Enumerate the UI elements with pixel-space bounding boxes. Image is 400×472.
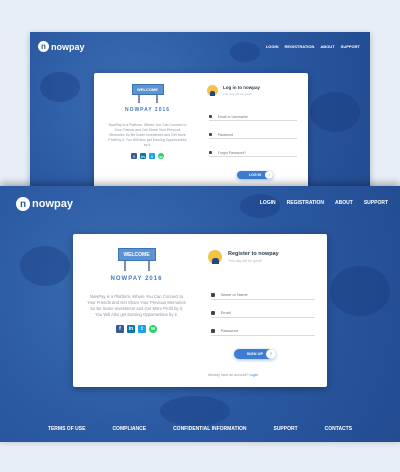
- card-info-panel: WELCOME NOWPAY 2016 NowPay is a Platform…: [73, 234, 200, 387]
- social-links: f in t w: [131, 153, 164, 159]
- form-title: Log in to nowpay: [223, 85, 260, 90]
- already-account-text: Already have an account? Login: [208, 373, 259, 377]
- footer-support[interactable]: SUPPORT: [273, 426, 297, 432]
- footer-nav: TERMS OF USE COMPLIANCE CONFIDENTIAL INF…: [0, 426, 400, 432]
- login-page-preview: n nowpay LOGIN REGISTRATION ABOUT SUPPOR…: [30, 32, 370, 200]
- form-subtitle: This day will be great!: [223, 92, 253, 96]
- top-nav: LOGIN REGISTRATION ABOUT SUPPORT: [260, 200, 388, 206]
- footer-terms[interactable]: TERMS OF USE: [48, 426, 86, 432]
- nav-support[interactable]: SUPPORT: [364, 200, 388, 206]
- texture-spot: [160, 396, 230, 426]
- top-nav: LOGIN REGISTRATION ABOUT SUPPORT: [266, 44, 360, 49]
- username-input[interactable]: [217, 114, 297, 119]
- nav-registration[interactable]: REGISTRATION: [287, 200, 324, 206]
- logo[interactable]: n nowpay: [38, 41, 85, 52]
- sign-up-button[interactable]: SIGN UP ›: [234, 349, 276, 359]
- texture-spot: [240, 194, 280, 218]
- username-field[interactable]: [209, 113, 297, 121]
- email-field[interactable]: [211, 308, 315, 318]
- name-input[interactable]: [220, 292, 315, 297]
- logo-icon: n: [38, 41, 49, 52]
- avatar-icon: [208, 250, 222, 264]
- lock-icon: [211, 328, 215, 333]
- welcome-sign-text: WELCOME: [117, 248, 156, 261]
- register-form: Register to nowpay This day will be grea…: [200, 234, 327, 387]
- description: NowPay is a Platform, Where You Can Conn…: [108, 123, 187, 147]
- welcome-sign-icon: WELCOME: [117, 248, 156, 271]
- logo[interactable]: n nowpay: [16, 197, 73, 211]
- facebook-icon[interactable]: f: [131, 153, 137, 159]
- mail-icon: [211, 310, 215, 315]
- description: NowPay is a Platform, Where You Can Conn…: [87, 294, 186, 317]
- login-form: Log in to nowpay This day will be great!…: [201, 73, 308, 200]
- lock-icon: [209, 151, 212, 154]
- name-field[interactable]: [211, 290, 315, 300]
- logo-text: nowpay: [32, 198, 73, 210]
- password-input[interactable]: [217, 132, 297, 137]
- linkedin-icon[interactable]: in: [127, 325, 135, 333]
- avatar-icon: [207, 85, 218, 96]
- forgot-password-input[interactable]: [217, 150, 297, 155]
- whatsapp-icon[interactable]: w: [158, 153, 164, 159]
- password-field[interactable]: [209, 131, 297, 139]
- register-card: WELCOME NOWPAY 2016 NowPay is a Platform…: [73, 234, 327, 387]
- form-header: Log in to nowpay This day will be great!: [207, 85, 260, 96]
- forgot-password-field[interactable]: [209, 149, 297, 157]
- twitter-icon[interactable]: t: [138, 325, 146, 333]
- password-input[interactable]: [220, 328, 315, 333]
- login-button-label: LOG IN: [248, 173, 262, 177]
- brand-title: NOWPAY 2016: [110, 276, 163, 282]
- logo-icon: n: [16, 197, 30, 211]
- user-icon: [211, 292, 215, 297]
- facebook-icon[interactable]: f: [116, 325, 124, 333]
- footer-compliance[interactable]: COMPLIANCE: [112, 426, 146, 432]
- welcome-sign-text: WELCOME: [131, 84, 164, 95]
- login-card: WELCOME NOWPAY 2016 NowPay is a Platform…: [94, 73, 308, 200]
- linkedin-icon[interactable]: in: [140, 153, 146, 159]
- password-field[interactable]: [211, 326, 315, 336]
- lock-icon: [209, 133, 212, 136]
- twitter-icon[interactable]: t: [149, 153, 155, 159]
- brand-title: NOWPAY 2016: [124, 107, 171, 113]
- nav-registration[interactable]: REGISTRATION: [284, 44, 314, 49]
- nav-about[interactable]: ABOUT: [320, 44, 334, 49]
- form-title: Register to nowpay: [228, 251, 279, 257]
- welcome-sign-icon: WELCOME: [131, 84, 164, 103]
- email-input[interactable]: [220, 310, 315, 315]
- form-header: Register to nowpay This day will be grea…: [208, 250, 279, 264]
- texture-spot: [330, 266, 390, 316]
- login-button[interactable]: LOG IN ›: [237, 171, 273, 179]
- nav-support[interactable]: SUPPORT: [341, 44, 360, 49]
- nav-login[interactable]: LOGIN: [266, 44, 279, 49]
- arrow-right-icon: ›: [266, 349, 276, 359]
- nav-login[interactable]: LOGIN: [260, 200, 276, 206]
- texture-spot: [310, 92, 360, 132]
- register-page-preview: n nowpay LOGIN REGISTRATION ABOUT SUPPOR…: [0, 186, 400, 442]
- arrow-right-icon: ›: [265, 171, 273, 179]
- card-info-panel: WELCOME NOWPAY 2016 NowPay is a Platform…: [94, 73, 201, 200]
- login-link[interactable]: Login: [249, 373, 258, 377]
- footer-confidential[interactable]: CONFIDENTIAL INFORMATION: [173, 426, 246, 432]
- texture-spot: [20, 246, 70, 286]
- user-icon: [209, 115, 212, 118]
- logo-text: nowpay: [51, 41, 85, 52]
- footer-contacts[interactable]: CONTACTS: [325, 426, 352, 432]
- form-subtitle: This day will be great!: [228, 259, 262, 263]
- texture-spot: [230, 42, 260, 62]
- social-links: f in t w: [116, 325, 157, 333]
- nav-about[interactable]: ABOUT: [335, 200, 353, 206]
- whatsapp-icon[interactable]: w: [149, 325, 157, 333]
- sign-up-button-label: SIGN UP: [246, 351, 264, 356]
- texture-spot: [40, 72, 80, 102]
